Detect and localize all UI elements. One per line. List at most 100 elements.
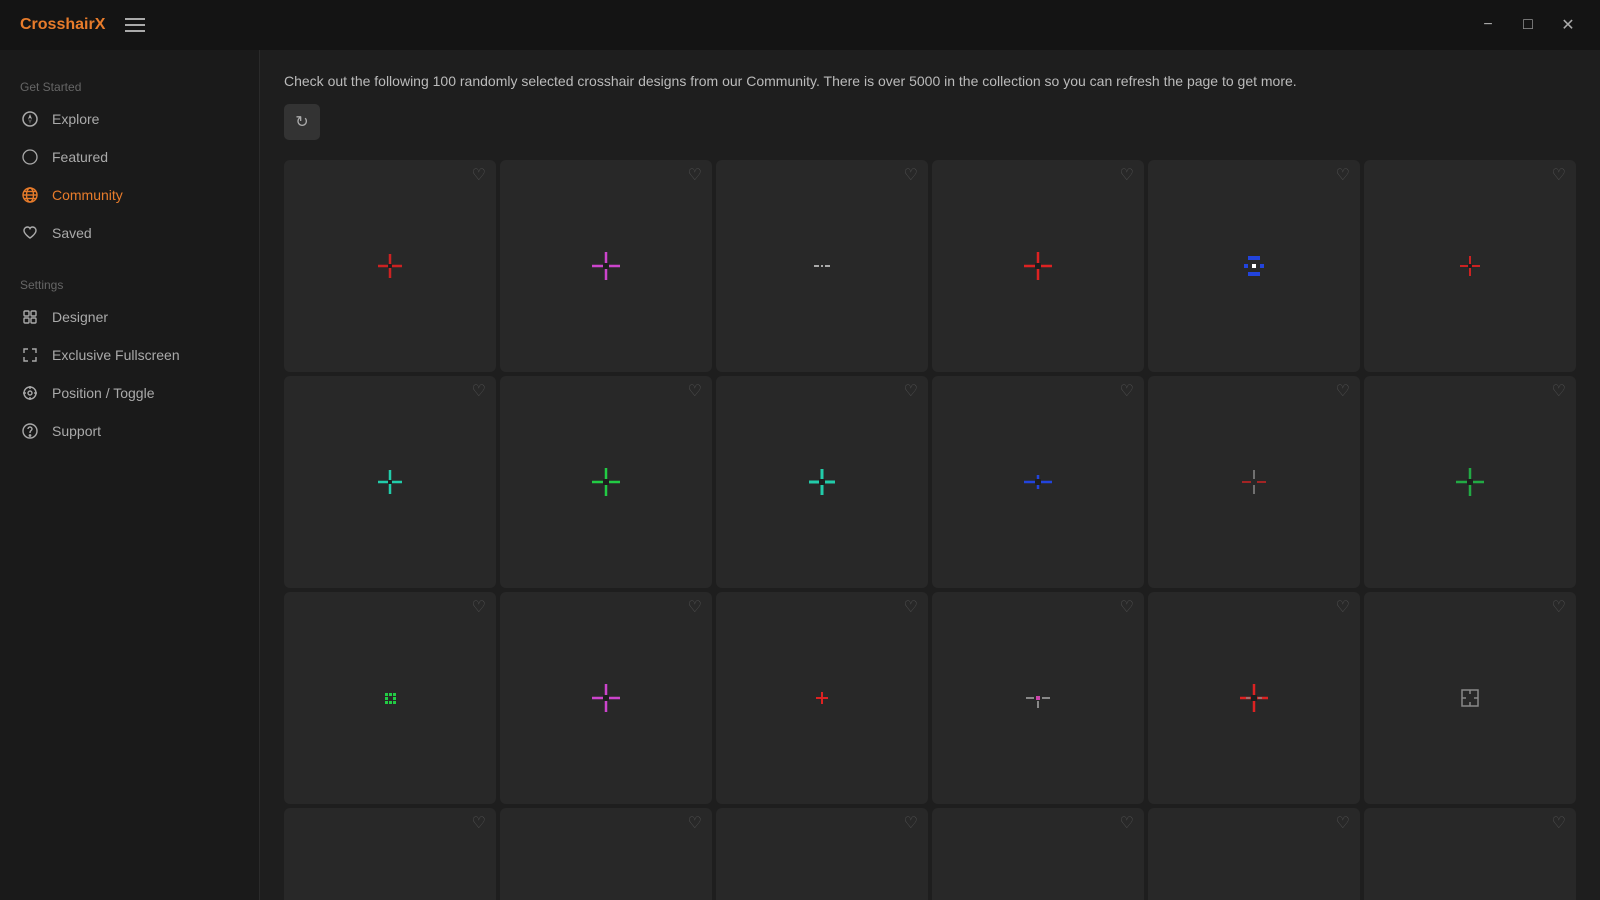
crosshair-card-5[interactable]: ♡ (1148, 160, 1360, 372)
like-button-2[interactable]: ♡ (688, 168, 702, 184)
crosshair-display-7 (360, 452, 420, 512)
like-button-4[interactable]: ♡ (1120, 168, 1134, 184)
minimize-button[interactable]: − (1476, 13, 1500, 37)
crosshair-display-4 (1008, 236, 1068, 296)
sidebar-item-featured[interactable]: Featured (0, 138, 259, 176)
app-title: CrosshairX (20, 16, 105, 34)
sidebar-item-designer[interactable]: Designer (0, 298, 259, 336)
crosshair-display-10 (1008, 452, 1068, 512)
crosshair-display-18 (1440, 668, 1500, 728)
help-icon (20, 421, 40, 441)
titlebar-controls: − □ ✕ (1476, 13, 1580, 37)
crosshair-card-7[interactable]: ♡ (284, 376, 496, 588)
crosshair-display-3 (792, 236, 852, 296)
sidebar: Get Started Explore Featured (0, 50, 260, 900)
saved-label: Saved (52, 225, 92, 241)
like-button-16[interactable]: ♡ (1120, 600, 1134, 616)
community-label: Community (52, 187, 123, 203)
sidebar-item-saved[interactable]: Saved (0, 214, 259, 252)
like-button-21[interactable]: ♡ (904, 816, 918, 832)
explore-label: Explore (52, 111, 99, 127)
crosshair-card-22[interactable]: ♡ (932, 808, 1144, 900)
crosshair-display-23 (1224, 884, 1284, 900)
crosshair-display-13 (360, 668, 420, 728)
crosshair-card-17[interactable]: ♡ (1148, 592, 1360, 804)
crosshair-card-13[interactable]: ♡ (284, 592, 496, 804)
crosshair-card-19[interactable]: ♡ (284, 808, 496, 900)
crosshair-display-1 (360, 236, 420, 296)
crosshair-display-16 (1008, 668, 1068, 728)
like-button-6[interactable]: ♡ (1552, 168, 1566, 184)
titlebar-left: CrosshairX (20, 16, 145, 34)
crosshair-card-3[interactable]: ♡ (716, 160, 928, 372)
like-button-12[interactable]: ♡ (1552, 384, 1566, 400)
crosshair-card-2[interactable]: ♡ (500, 160, 712, 372)
like-button-13[interactable]: ♡ (472, 600, 486, 616)
hamburger-menu[interactable] (125, 18, 145, 32)
crosshair-card-16[interactable]: ♡ (932, 592, 1144, 804)
crosshair-card-11[interactable]: ♡ (1148, 376, 1360, 588)
like-button-5[interactable]: ♡ (1336, 168, 1350, 184)
close-button[interactable]: ✕ (1556, 13, 1580, 37)
position-toggle-label: Position / Toggle (52, 385, 154, 401)
like-button-7[interactable]: ♡ (472, 384, 486, 400)
content-area: Check out the following 100 randomly sel… (260, 50, 1600, 900)
crosshair-card-12[interactable]: ♡ (1364, 376, 1576, 588)
like-button-18[interactable]: ♡ (1552, 600, 1566, 616)
like-button-10[interactable]: ♡ (1120, 384, 1134, 400)
crosshair-card-10[interactable]: ♡ (932, 376, 1144, 588)
crosshair-card-1[interactable]: ♡ (284, 160, 496, 372)
settings-label: Settings (0, 268, 259, 298)
like-button-3[interactable]: ♡ (904, 168, 918, 184)
crosshair-display-12 (1440, 452, 1500, 512)
like-button-24[interactable]: ♡ (1552, 816, 1566, 832)
like-button-15[interactable]: ♡ (904, 600, 918, 616)
crosshair-display-22 (1008, 884, 1068, 900)
crosshair-card-23[interactable]: ♡ (1148, 808, 1360, 900)
crosshair-card-24[interactable]: ♡ (1364, 808, 1576, 900)
get-started-label: Get Started (0, 70, 259, 100)
maximize-button[interactable]: □ (1516, 13, 1540, 37)
crosshair-display-5 (1224, 236, 1284, 296)
like-button-23[interactable]: ♡ (1336, 816, 1350, 832)
like-button-11[interactable]: ♡ (1336, 384, 1350, 400)
like-button-20[interactable]: ♡ (688, 816, 702, 832)
sidebar-item-explore[interactable]: Explore (0, 100, 259, 138)
support-label: Support (52, 423, 101, 439)
crosshair-display-11 (1224, 452, 1284, 512)
crosshair-card-9[interactable]: ♡ (716, 376, 928, 588)
crosshair-card-14[interactable]: ♡ (500, 592, 712, 804)
sidebar-item-community[interactable]: Community (0, 176, 259, 214)
main-layout: Get Started Explore Featured (0, 50, 1600, 900)
crosshair-card-18[interactable]: ♡ (1364, 592, 1576, 804)
crosshair-display-6 (1440, 236, 1500, 296)
sidebar-item-support[interactable]: Support (0, 412, 259, 450)
crosshair-display-19 (360, 884, 420, 900)
target-icon (20, 383, 40, 403)
like-button-22[interactable]: ♡ (1120, 816, 1134, 832)
like-button-8[interactable]: ♡ (688, 384, 702, 400)
crosshair-display-8 (576, 452, 636, 512)
like-button-1[interactable]: ♡ (472, 168, 486, 184)
globe-icon (20, 185, 40, 205)
crosshair-card-20[interactable]: ♡ (500, 808, 712, 900)
like-button-14[interactable]: ♡ (688, 600, 702, 616)
heart-icon (20, 223, 40, 243)
designer-label: Designer (52, 309, 108, 325)
refresh-button[interactable]: ↻ (284, 104, 320, 140)
crosshair-card-4[interactable]: ♡ (932, 160, 1144, 372)
crosshair-card-15[interactable]: ♡ (716, 592, 928, 804)
app-title-text: Crosshair (20, 16, 95, 33)
like-button-17[interactable]: ♡ (1336, 600, 1350, 616)
sidebar-item-position-toggle[interactable]: Position / Toggle (0, 374, 259, 412)
fullscreen-icon (20, 345, 40, 365)
crosshair-card-8[interactable]: ♡ (500, 376, 712, 588)
intro-text: Check out the following 100 randomly sel… (284, 70, 1384, 92)
crosshair-display-9 (792, 452, 852, 512)
sidebar-item-exclusive-fullscreen[interactable]: Exclusive Fullscreen (0, 336, 259, 374)
like-button-9[interactable]: ♡ (904, 384, 918, 400)
crosshair-card-6[interactable]: ♡ (1364, 160, 1576, 372)
like-button-19[interactable]: ♡ (472, 816, 486, 832)
crosshair-display-17 (1224, 668, 1284, 728)
crosshair-card-21[interactable]: ♡ (716, 808, 928, 900)
